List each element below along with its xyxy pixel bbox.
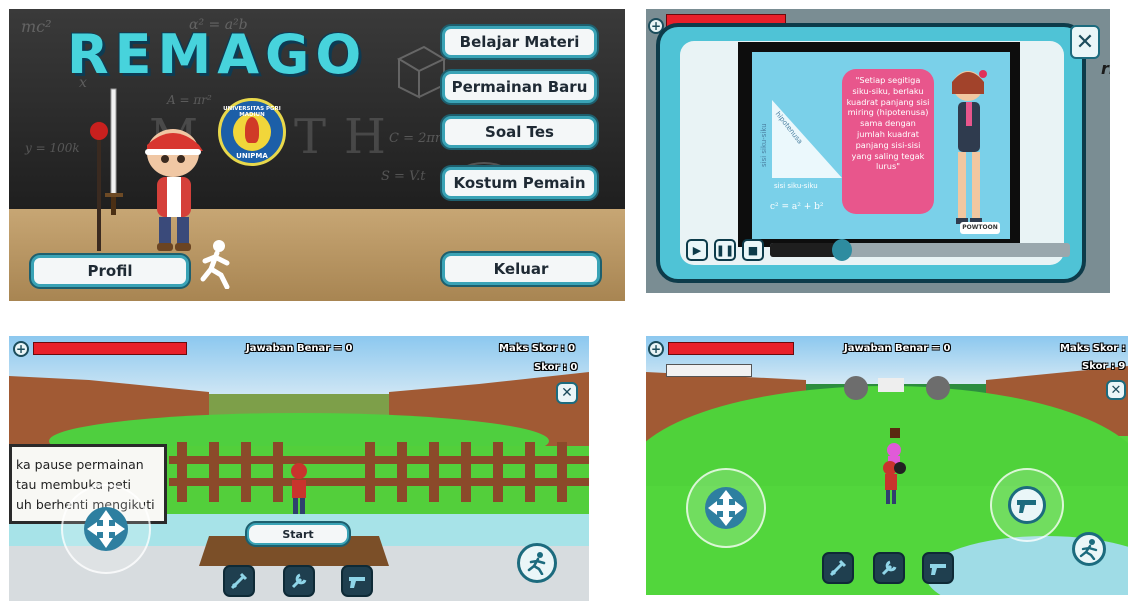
- university-logo: UNIVERSITAS PGRI MADIUN UNIPMA: [218, 98, 286, 166]
- stamina-bar: [666, 364, 752, 377]
- stop-button[interactable]: ■: [742, 239, 764, 261]
- running-man-icon: [200, 240, 230, 289]
- player-character: [291, 463, 307, 514]
- right-triangle-diagram: [772, 100, 842, 178]
- movement-joystick[interactable]: [61, 484, 151, 574]
- score-counter: Skor : 9: [1082, 361, 1126, 372]
- score-counter: Skor : 0: [534, 362, 578, 373]
- chalk-text: mc²: [21, 17, 52, 36]
- plus-icon[interactable]: +: [648, 341, 664, 357]
- start-button[interactable]: Start: [247, 523, 349, 545]
- game-title: REMAGO: [67, 23, 368, 86]
- close-button[interactable]: ✕: [1070, 25, 1100, 59]
- gameplay-screen: + Jawaban Benar = 0 Maks Skor : 0 Skor :…: [646, 336, 1128, 595]
- close-button[interactable]: ✕: [556, 382, 578, 404]
- wooden-fence: [169, 442, 589, 502]
- chalk-cube-drawing: [396, 45, 447, 99]
- sword-button[interactable]: [822, 552, 854, 584]
- speech-bubble: "Setiap segitiga siku-siku, berlaku kuad…: [842, 69, 934, 214]
- pause-button[interactable]: ❚❚: [714, 239, 736, 261]
- health-bar: [668, 342, 794, 355]
- close-button[interactable]: ✕: [1106, 380, 1126, 400]
- belajar-materi-button[interactable]: Belajar Materi: [442, 26, 597, 58]
- max-score-counter: Maks Skor : 0: [499, 343, 576, 354]
- chalk-text: T: [294, 109, 327, 165]
- horizontal-side-label: sisi siku-siku: [774, 182, 818, 190]
- sword-icon: [829, 559, 847, 577]
- correct-answers-counter: Jawaban Benar = 0: [246, 343, 353, 354]
- logo-arc-text: UNIVERSITAS PGRI MADIUN: [223, 106, 281, 118]
- wrench-icon: [291, 573, 307, 589]
- video-progress-track[interactable]: [770, 239, 1070, 261]
- player-character: [883, 428, 906, 504]
- gun-button[interactable]: [922, 552, 954, 584]
- plus-icon[interactable]: +: [13, 341, 29, 357]
- move-arrows-icon: [705, 487, 747, 529]
- chalk-text: C = 2πr: [389, 131, 442, 146]
- game-start-screen: + Jawaban Benar = 0 Maks Skor : 0 Skor :…: [9, 336, 589, 601]
- running-man-icon: [1079, 539, 1098, 560]
- sword-decoration: [90, 88, 123, 251]
- video-progress-knob[interactable]: [832, 239, 852, 261]
- run-button[interactable]: [517, 543, 557, 583]
- running-man-icon: [527, 552, 546, 575]
- wrench-button[interactable]: [873, 552, 905, 584]
- gun-button[interactable]: [341, 565, 373, 597]
- gun-icon: [349, 577, 365, 588]
- powtoon-logo: POWTOON: [960, 222, 1000, 234]
- soal-tes-button[interactable]: Soal Tes: [442, 116, 597, 148]
- background-text-fragment: ri: [1101, 59, 1110, 78]
- chalk-text: A = πr²: [167, 93, 212, 107]
- sign-line: ka pause permainan: [16, 457, 144, 472]
- correct-answers-counter: Jawaban Benar = 0: [844, 343, 951, 354]
- main-menu-screen: mc² x α² = a²b M A T H y = 100k A = πr² …: [9, 9, 625, 301]
- permainan-baru-button[interactable]: Permainan Baru: [442, 71, 597, 103]
- profil-button[interactable]: Profil: [31, 255, 189, 287]
- keluar-button[interactable]: Keluar: [442, 253, 600, 285]
- sword-button[interactable]: [223, 565, 255, 597]
- aim-joystick[interactable]: [990, 468, 1064, 542]
- chalk-text: H: [344, 109, 386, 165]
- sword-icon: [230, 572, 248, 590]
- video-player-screen: + hipotenusa sisi siku-siku sisi siku-si…: [646, 9, 1110, 293]
- pythagoras-formula: c² = a² + b²: [770, 202, 824, 212]
- chalk-text: y = 100k: [25, 141, 80, 155]
- move-arrows-icon: [84, 507, 128, 551]
- chalk-text: S = V.t: [381, 169, 426, 184]
- health-bar: [33, 342, 187, 355]
- run-button[interactable]: [1072, 532, 1106, 566]
- teacher-character: [952, 70, 987, 224]
- wrench-icon: [881, 560, 897, 576]
- shoot-button[interactable]: [1008, 486, 1046, 524]
- movement-joystick[interactable]: [686, 468, 766, 548]
- wrench-button[interactable]: [283, 565, 315, 597]
- gun-icon: [1017, 500, 1036, 513]
- logo-name: UNIPMA: [236, 152, 268, 160]
- play-button[interactable]: ▶: [686, 239, 708, 261]
- max-score-counter: Maks Skor : 0: [1060, 343, 1128, 354]
- kostum-pemain-button[interactable]: Kostum Pemain: [442, 167, 597, 199]
- gun-icon: [930, 564, 946, 575]
- vertical-side-label: sisi siku-siku: [760, 123, 768, 167]
